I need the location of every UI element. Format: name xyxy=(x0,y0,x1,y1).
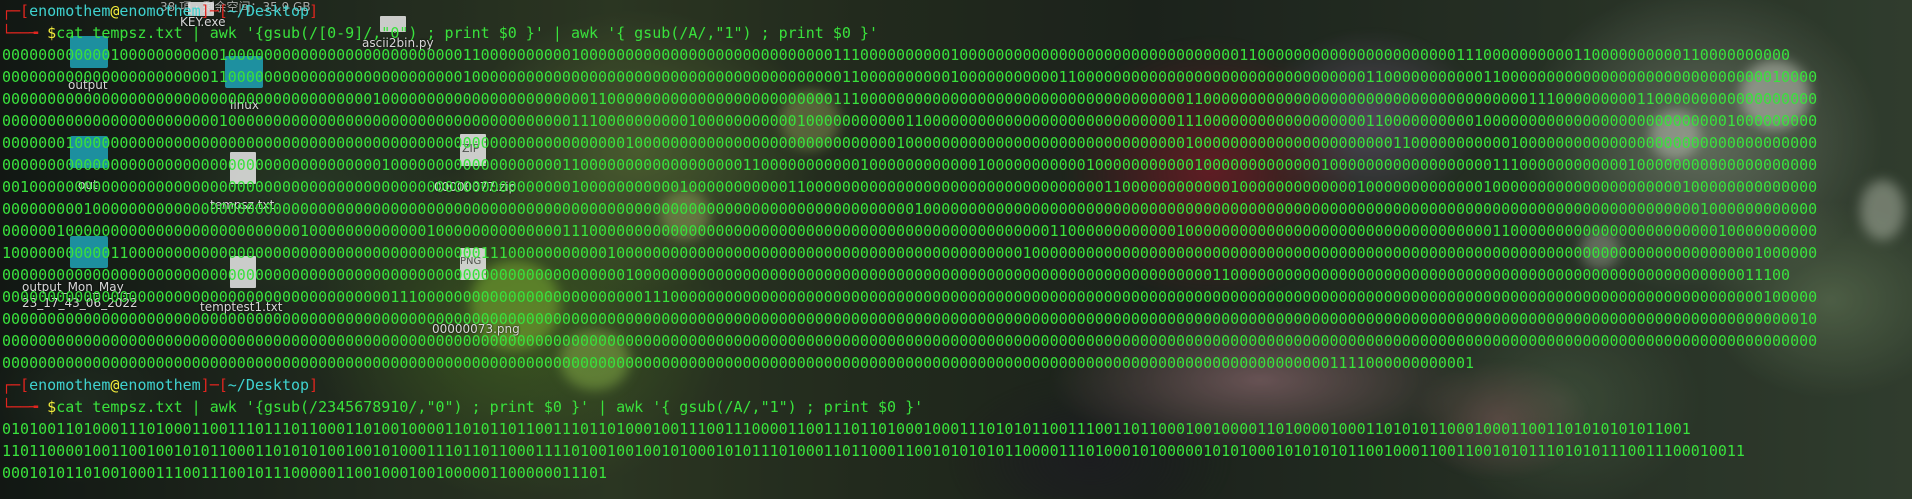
prompt-bracket-open: ┌─[ xyxy=(2,376,30,394)
prompt-user: enomothem xyxy=(29,2,111,20)
command-text: cat tempsz.txt | awk '{gsub(/2345678910/… xyxy=(56,398,924,416)
prompt-input-prefix: └──╼ xyxy=(2,398,48,416)
output-line: 0001010110100100011100111001011100000110… xyxy=(2,464,608,482)
output-line: 0000001000000000000000000000000001000000… xyxy=(2,222,1818,240)
prompt-separator: ]─[ xyxy=(200,376,228,394)
prompt-user: enomothem xyxy=(29,376,111,394)
prompt-bracket-close: ] xyxy=(309,2,319,20)
output-line: 0000000000000000000000011000000000000000… xyxy=(2,68,1818,86)
prompt-dollar: $ xyxy=(47,24,57,42)
prompt-dollar: $ xyxy=(47,398,57,416)
output-line: 0101001101000111010001100111011101100011… xyxy=(2,420,1691,438)
output-line: 0000000000000000000000000000000000000000… xyxy=(2,310,1818,328)
output-line: 0000000000000000000000000000000000000000… xyxy=(2,332,1818,350)
output-line: 1101100001001100100101011000110101010010… xyxy=(2,442,1745,460)
command-line: └──╼ $cat tempsz.txt | awk '{gsub(/23456… xyxy=(2,396,1910,418)
prompt-dir: ~/Desktop xyxy=(227,2,310,20)
prompt-host: enomothem xyxy=(119,376,201,394)
prompt-line: ┌─[enomothem@enomothem]─[~/Desktop] xyxy=(2,0,1910,22)
command-line: └──╼ $cat tempsz.txt | awk '{gsub(/[0-9]… xyxy=(2,22,1910,44)
output-line: 1000000000001100000000000000000000000000… xyxy=(2,244,1818,262)
output-line: 0010000000000000000000000000000000000000… xyxy=(2,178,1818,196)
command-text: cat tempsz.txt | awk '{gsub(/[0-9]/,"0")… xyxy=(56,24,878,42)
output-line: 0000000100000000000000000000000000000000… xyxy=(2,134,1818,152)
output-line: 0000000000000000000000000000000000000000… xyxy=(2,266,1791,284)
output-line: 0000000000000000000000000000000000000000… xyxy=(2,90,1818,108)
output-line: 0000000000000000000000001000000000000000… xyxy=(2,112,1818,130)
output-line: 0000000001000000000000000000000000000000… xyxy=(2,200,1818,218)
output-line: 0000000000000000000000000000000000000000… xyxy=(2,354,1475,372)
prompt-bracket-close: ] xyxy=(309,376,319,394)
output-line: 0000000000001000000000001000000000000000… xyxy=(2,46,1791,64)
prompt-bracket-open: ┌─[ xyxy=(2,2,30,20)
terminal-window[interactable]: ┌─[enomothem@enomothem]─[~/Desktop] └──╼… xyxy=(0,0,1912,499)
prompt-separator: ]─[ xyxy=(200,2,228,20)
prompt-line: ┌─[enomothem@enomothem]─[~/Desktop] xyxy=(2,374,1910,396)
output-line: 0000000000000000000000000000000000000000… xyxy=(2,156,1818,174)
output-line: 0000000000000000000000000000000000000000… xyxy=(2,288,1818,306)
prompt-host: enomothem xyxy=(119,2,201,20)
prompt-dir: ~/Desktop xyxy=(227,376,310,394)
prompt-input-prefix: └──╼ xyxy=(2,24,48,42)
